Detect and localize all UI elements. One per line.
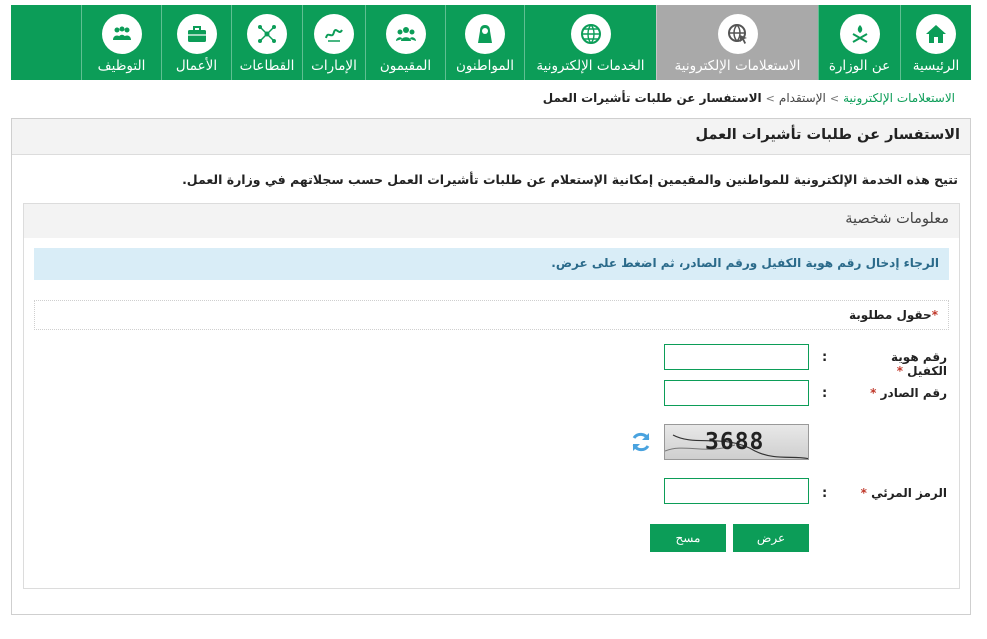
nav-label: الخدمات الإلكترونية (536, 58, 645, 74)
globe-icon (570, 14, 611, 54)
info-message: الرجاء إدخال رقم هوية الكفيل ورقم الصادر… (34, 248, 949, 280)
group-icon (385, 14, 426, 54)
main-navigation: الرئيسية عن الوزارة الاستعلامات الإلكترو… (11, 5, 971, 80)
breadcrumb-current: الاستفسار عن طلبات تأشيرات العمل (542, 91, 762, 105)
breadcrumb-link-recruitment[interactable]: الإستقدام (779, 91, 826, 105)
nav-item-e-services[interactable]: الخدمات الإلكترونية (524, 5, 656, 80)
colon: : (822, 350, 828, 365)
required-note-text: حقول مطلوبة (848, 308, 932, 322)
nav-label: الأعمال (175, 58, 218, 74)
page-title: الاستفسار عن طلبات تأشيرات العمل (12, 119, 970, 155)
required-star: * (870, 386, 877, 400)
refresh-captcha-icon[interactable] (629, 430, 653, 454)
required-star: * (896, 364, 903, 378)
nav-item-residents[interactable]: المقيمون (365, 5, 445, 80)
outgoing-number-input[interactable] (664, 380, 809, 406)
nav-label: الرئيسية (912, 58, 960, 74)
nav-label: عن الوزارة (828, 58, 891, 74)
section-title: معلومات شخصية (24, 204, 959, 238)
nav-label: المواطنون (455, 58, 515, 74)
nav-item-citizens[interactable]: المواطنون (445, 5, 524, 80)
citizen-icon (465, 14, 505, 54)
nav-item-business[interactable]: الأعمال (161, 5, 231, 80)
label-text: الرمز المرئي (871, 486, 947, 500)
colon: : (822, 386, 828, 401)
clear-button[interactable]: مسح (650, 524, 726, 552)
outgoing-number-label: رقم الصادر * (855, 386, 947, 400)
breadcrumb: الاستعلامات الإلكترونية > الإستقدام > ال… (543, 91, 955, 105)
captcha-code-label: الرمز المرئي * (855, 486, 947, 500)
captcha-code-input[interactable] (664, 478, 809, 504)
nav-item-employment[interactable]: التوظيف (81, 5, 161, 80)
nav-item-emirates[interactable]: الإمارات (302, 5, 365, 80)
nav-item-home[interactable]: الرئيسية (900, 5, 971, 80)
network-icon (247, 14, 287, 54)
nav-label: التوظيف (97, 58, 146, 74)
sponsor-id-label: رقم هوية الكفيل * (855, 350, 947, 378)
captcha-image: 3688 (664, 424, 809, 460)
required-star: * (931, 308, 938, 322)
briefcase-icon (176, 14, 217, 54)
nav-label: الإمارات (311, 58, 357, 74)
team-icon (101, 14, 142, 54)
required-fields-note: *حقول مطلوبة (34, 300, 949, 330)
nav-label: القطاعات (239, 58, 295, 74)
nav-item-sectors[interactable]: القطاعات (231, 5, 302, 80)
breadcrumb-link-e-inquiries[interactable]: الاستعلامات الإلكترونية (843, 91, 955, 105)
captcha-text: 3688 (705, 429, 765, 455)
home-icon (916, 14, 956, 54)
nav-label: الاستعلامات الإلكترونية (674, 58, 801, 74)
required-star: * (860, 486, 867, 500)
chevron-left-icon: > (829, 91, 840, 105)
service-description: تتيح هذه الخدمة الإلكترونية للمواطنين وا… (182, 172, 958, 187)
globe-cursor-icon (717, 14, 758, 54)
vision-logo-icon (314, 14, 354, 54)
main-panel: الاستفسار عن طلبات تأشيرات العمل تتيح هذ… (11, 118, 971, 615)
nav-item-e-inquiries[interactable]: الاستعلامات الإلكترونية (656, 5, 818, 80)
view-button[interactable]: عرض (733, 524, 809, 552)
nav-label: المقيمون (379, 58, 432, 74)
chevron-left-icon: > (765, 91, 775, 105)
colon: : (822, 486, 828, 501)
nav-item-about[interactable]: عن الوزارة (818, 5, 900, 80)
sponsor-id-input[interactable] (664, 344, 809, 370)
personal-info-section: معلومات شخصية الرجاء إدخال رقم هوية الكف… (23, 203, 960, 589)
emblem-icon (839, 14, 880, 54)
label-text: رقم الصادر (880, 386, 947, 400)
